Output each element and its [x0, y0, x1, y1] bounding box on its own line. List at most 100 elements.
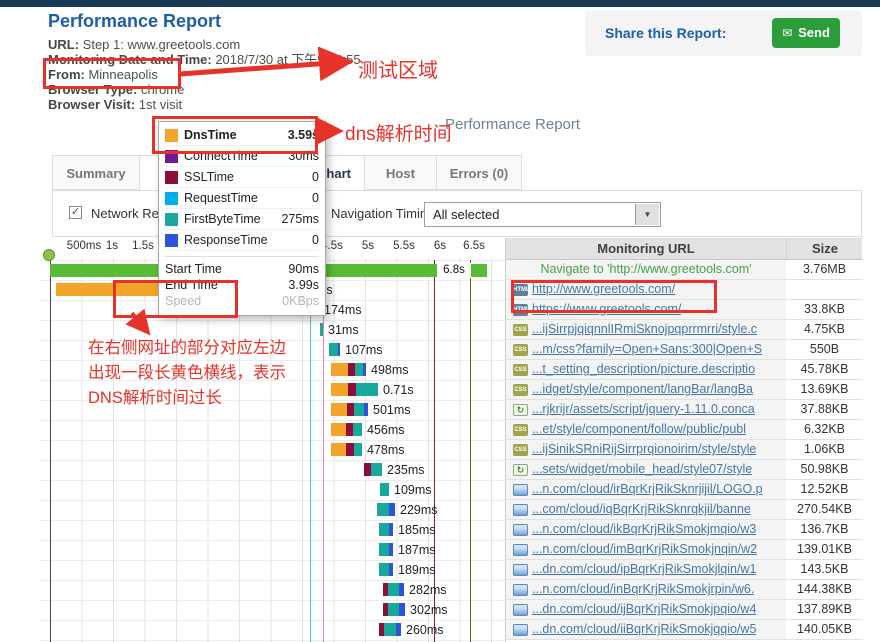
- table-row: ...n.com/cloud/ikBqrKrjRikSmokjmqio/w313…: [506, 520, 862, 540]
- chevron-down-icon[interactable]: ▼: [635, 204, 659, 225]
- monitoring-url-link[interactable]: https://www.greetools.com/: [532, 300, 681, 319]
- request-timing-bar[interactable]: [383, 603, 405, 616]
- monitoring-url-link[interactable]: ...n.com/cloud/inBqrKrjRikSmokjrpin/w6.: [532, 580, 754, 599]
- request-timing-bar[interactable]: [331, 403, 368, 416]
- request-time-label: 0.71s: [383, 380, 414, 400]
- firstbyte-segment: [371, 463, 382, 476]
- waterfall-row[interactable]: 107ms: [40, 340, 505, 360]
- monitoring-url-link[interactable]: http://www.greetools.com/: [532, 280, 675, 299]
- tab-host[interactable]: Host: [364, 155, 437, 190]
- send-button[interactable]: ✉Send: [772, 18, 840, 48]
- waterfall-row[interactable]: 498ms: [40, 360, 505, 380]
- monitoring-url-link[interactable]: ...dn.com/cloud/iiBqrKrjRikSmokjqqio/w5: [532, 620, 756, 639]
- waterfall-row[interactable]: 501ms: [40, 400, 505, 420]
- css-icon: CSS: [513, 424, 528, 436]
- size-cell: 137.89KB: [786, 600, 863, 620]
- monitoring-url-link[interactable]: ...m/css?family=Open+Sans:300|Open+S: [532, 340, 762, 359]
- image-icon: [513, 564, 528, 576]
- timings-dropdown-value: All selected: [433, 203, 499, 226]
- request-time-label: 498ms: [371, 360, 409, 380]
- monitoring-url-link[interactable]: ...t_setting_description/picture.descrip…: [532, 360, 755, 379]
- waterfall-row[interactable]: 302ms: [40, 600, 505, 620]
- response-segment: [338, 343, 340, 356]
- timings-dropdown[interactable]: All selected ▼: [424, 202, 661, 227]
- firstbyte-segment: [384, 623, 396, 636]
- request-timing-bar[interactable]: [331, 443, 362, 456]
- response-segment: [363, 363, 366, 376]
- response-segment: [389, 523, 393, 536]
- request-time-label: 107ms: [345, 340, 383, 360]
- url-cell: ↻ ...sets/widget/mobile_head/style07/styl…: [506, 460, 786, 480]
- request-timing-bar[interactable]: [329, 343, 340, 356]
- waterfall-row[interactable]: 185ms: [40, 520, 505, 540]
- monitoring-url-link[interactable]: ...ijSirrpjqiqnnlIRmiSknojpqprrmrri/styl…: [532, 320, 757, 339]
- table-row: ↻ ...rjkrijr/assets/script/jquery-1.11.0.…: [506, 400, 862, 420]
- image-icon: [513, 484, 528, 496]
- monitoring-url-link[interactable]: ...rjkrijr/assets/script/jquery-1.11.0.c…: [532, 400, 755, 419]
- script-icon: ↻: [513, 464, 528, 476]
- monitoring-url-link[interactable]: ...dn.com/cloud/ipBqrKrjRikSmokjlqin/w1: [532, 560, 756, 579]
- request-timing-bar[interactable]: [364, 463, 382, 476]
- waterfall-row[interactable]: 282ms: [40, 580, 505, 600]
- network-requests-checkbox[interactable]: [69, 206, 82, 219]
- request-timing-bar[interactable]: [331, 423, 362, 436]
- ssl-segment: [348, 363, 355, 376]
- table-row: ...dn.com/cloud/ipBqrKrjRikSmokjlqin/w11…: [506, 560, 862, 580]
- waterfall-row[interactable]: 109ms: [40, 480, 505, 500]
- tab-summary[interactable]: Summary: [52, 155, 140, 190]
- monitoring-url-link[interactable]: ...idget/style/component/langBar/langBa: [532, 380, 753, 399]
- tooltip-summary-row: Speed0KBps: [165, 293, 319, 309]
- waterfall-row[interactable]: 478ms: [40, 440, 505, 460]
- request-timing-bar[interactable]: [379, 563, 393, 576]
- monitoring-url-link[interactable]: ...ijSinikSRniRijSirrprqionoirim/style/s…: [532, 440, 756, 459]
- url-cell: CSS...t_setting_description/picture.desc…: [506, 360, 786, 380]
- request-timing-bar[interactable]: [331, 363, 366, 376]
- waterfall-row[interactable]: 187ms: [40, 540, 505, 560]
- url-cell: CSS...ijSirrpjqiqnnlIRmiSknojpqprrmrri/s…: [506, 320, 786, 340]
- monitoring-url-link[interactable]: ...n.com/cloud/irBqrKrjRikSknrjijil/LOGO…: [532, 480, 763, 499]
- request-timing-bar[interactable]: [380, 483, 389, 496]
- response-segment: [389, 503, 395, 516]
- dns-segment: [331, 423, 346, 436]
- waterfall-row[interactable]: 229ms: [40, 500, 505, 520]
- monitoring-url-link[interactable]: ...com/cloud/iqBqrKrjRikSknrqkjil/banne: [532, 500, 751, 519]
- firstbyte-segment: [379, 563, 389, 576]
- waterfall-row[interactable]: 0.71s: [40, 380, 505, 400]
- monitoring-url-link[interactable]: ...et/style/component/follow/public/publ: [532, 420, 746, 439]
- waterfall-row[interactable]: 189ms: [40, 560, 505, 580]
- monitoring-url-link[interactable]: ...dn.com/cloud/ijBqrKrjRikSmokjpqio/w4: [532, 600, 756, 619]
- request-timing-bar[interactable]: [331, 383, 378, 396]
- page-load-time-label: 6.8s: [437, 263, 471, 278]
- request-timing-bar[interactable]: [379, 623, 401, 636]
- monitoring-url-link[interactable]: ...sets/widget/mobile_head/style07/style: [532, 460, 752, 479]
- request-timing-bar[interactable]: [320, 323, 323, 336]
- summary-name: Speed: [165, 294, 282, 308]
- firstbyte-segment: [320, 323, 323, 336]
- ssl-segment: [346, 423, 353, 436]
- summary-value: 0KBps: [282, 294, 319, 308]
- firstbyte-segment: [329, 343, 338, 356]
- script-icon: ↻: [513, 404, 528, 416]
- size-cell: 139.01KB: [786, 540, 863, 560]
- chart-start-marker[interactable]: [43, 249, 55, 261]
- header-info-line: Monitoring Date and Time: 2018/7/30 at 下…: [48, 52, 361, 67]
- monitoring-url-link[interactable]: ...n.com/cloud/ikBqrKrjRikSmokjmqio/w3: [532, 520, 756, 539]
- request-timing-bar[interactable]: [377, 503, 395, 516]
- size-cell: 13.69KB: [786, 380, 863, 400]
- request-timing-bar[interactable]: [379, 543, 393, 556]
- request-timing-bar[interactable]: [383, 583, 404, 596]
- waterfall-row[interactable]: 31ms: [40, 320, 505, 340]
- header-info-line: From: Minneapolis: [48, 67, 361, 82]
- metric-value: 30ms: [288, 149, 319, 163]
- tab-errors-0-[interactable]: Errors (0): [436, 155, 522, 190]
- metric-value: 3.59s: [288, 128, 319, 142]
- request-time-label: 189ms: [398, 560, 436, 580]
- dns-segment: [331, 363, 348, 376]
- waterfall-row[interactable]: 235ms: [40, 460, 505, 480]
- waterfall-row[interactable]: 456ms: [40, 420, 505, 440]
- color-swatch: [165, 234, 178, 247]
- waterfall-row[interactable]: 260ms: [40, 620, 505, 640]
- request-time-label: 109ms: [394, 480, 432, 500]
- monitoring-url-link[interactable]: ...n.com/cloud/imBqrKrjRikSmokjnqin/w2: [532, 540, 757, 559]
- request-timing-bar[interactable]: [379, 523, 393, 536]
